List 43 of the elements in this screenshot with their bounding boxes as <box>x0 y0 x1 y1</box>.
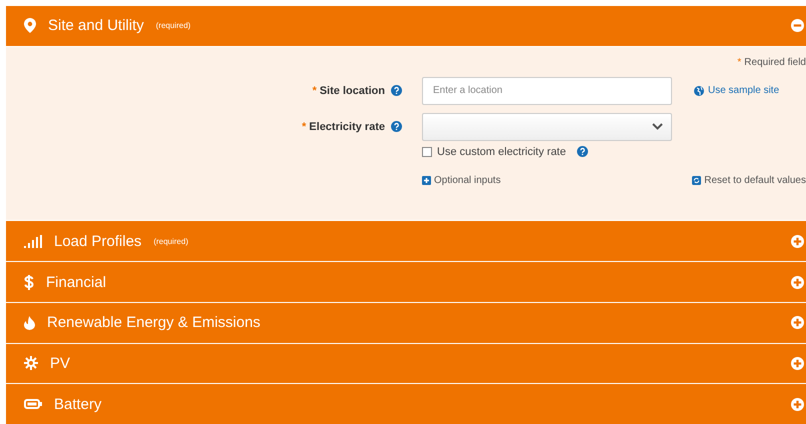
section-header[interactable]: Site and Utility (required) <box>6 6 806 46</box>
help-icon[interactable] <box>391 121 402 132</box>
sample-site-link[interactable]: Use sample site <box>694 85 806 96</box>
rate-dropdown[interactable] <box>422 112 672 141</box>
location-field[interactable]: Enter a location <box>422 76 672 105</box>
required-tag: (required) <box>154 236 188 246</box>
section-title: Load Profiles <box>54 232 142 250</box>
expand-icon[interactable] <box>791 234 804 248</box>
section-title: Financial <box>46 274 106 291</box>
section-header[interactable]: Load Profiles (required) <box>6 221 806 262</box>
section-header[interactable]: Financial <box>6 262 806 302</box>
section-title: Renewable Energy & Emissions <box>47 314 260 332</box>
plus-square-icon <box>422 176 431 185</box>
expand-icon[interactable] <box>791 316 804 330</box>
reset-link[interactable]: Reset to default values <box>692 174 806 186</box>
required-fields-note: * Required field <box>737 56 806 70</box>
expand-icon[interactable] <box>791 398 804 411</box>
collapse-icon[interactable] <box>791 19 804 32</box>
globe-icon <box>694 86 704 96</box>
chevron-down-icon <box>652 123 663 130</box>
checkbox[interactable] <box>422 146 432 157</box>
battery-icon <box>24 399 42 410</box>
checkbox-label: Use custom electricity rate <box>437 146 566 158</box>
section-title: Site and Utility <box>48 17 144 34</box>
section-header[interactable]: Renewable Energy & Emissions <box>6 302 806 343</box>
help-icon[interactable] <box>391 85 402 96</box>
map-pin-icon <box>24 18 36 34</box>
signal-bars-icon <box>24 234 42 248</box>
expand-icon[interactable] <box>791 276 804 289</box>
field-label: * Site location <box>312 84 385 97</box>
dollar-icon <box>24 274 34 290</box>
required-tag: (required) <box>156 21 191 30</box>
section-title: PV <box>50 354 70 372</box>
expand-icon[interactable] <box>791 356 804 370</box>
optional-inputs-toggle[interactable]: Optional inputs <box>422 174 501 186</box>
sun-icon <box>24 356 38 370</box>
field-label: * Electricity rate <box>302 120 385 133</box>
section-header[interactable]: Battery <box>6 384 806 424</box>
section-header[interactable]: PV <box>6 344 806 384</box>
section-title: Battery <box>54 396 102 413</box>
refresh-icon <box>692 176 702 185</box>
help-icon[interactable] <box>576 146 588 158</box>
flame-icon <box>24 316 35 330</box>
